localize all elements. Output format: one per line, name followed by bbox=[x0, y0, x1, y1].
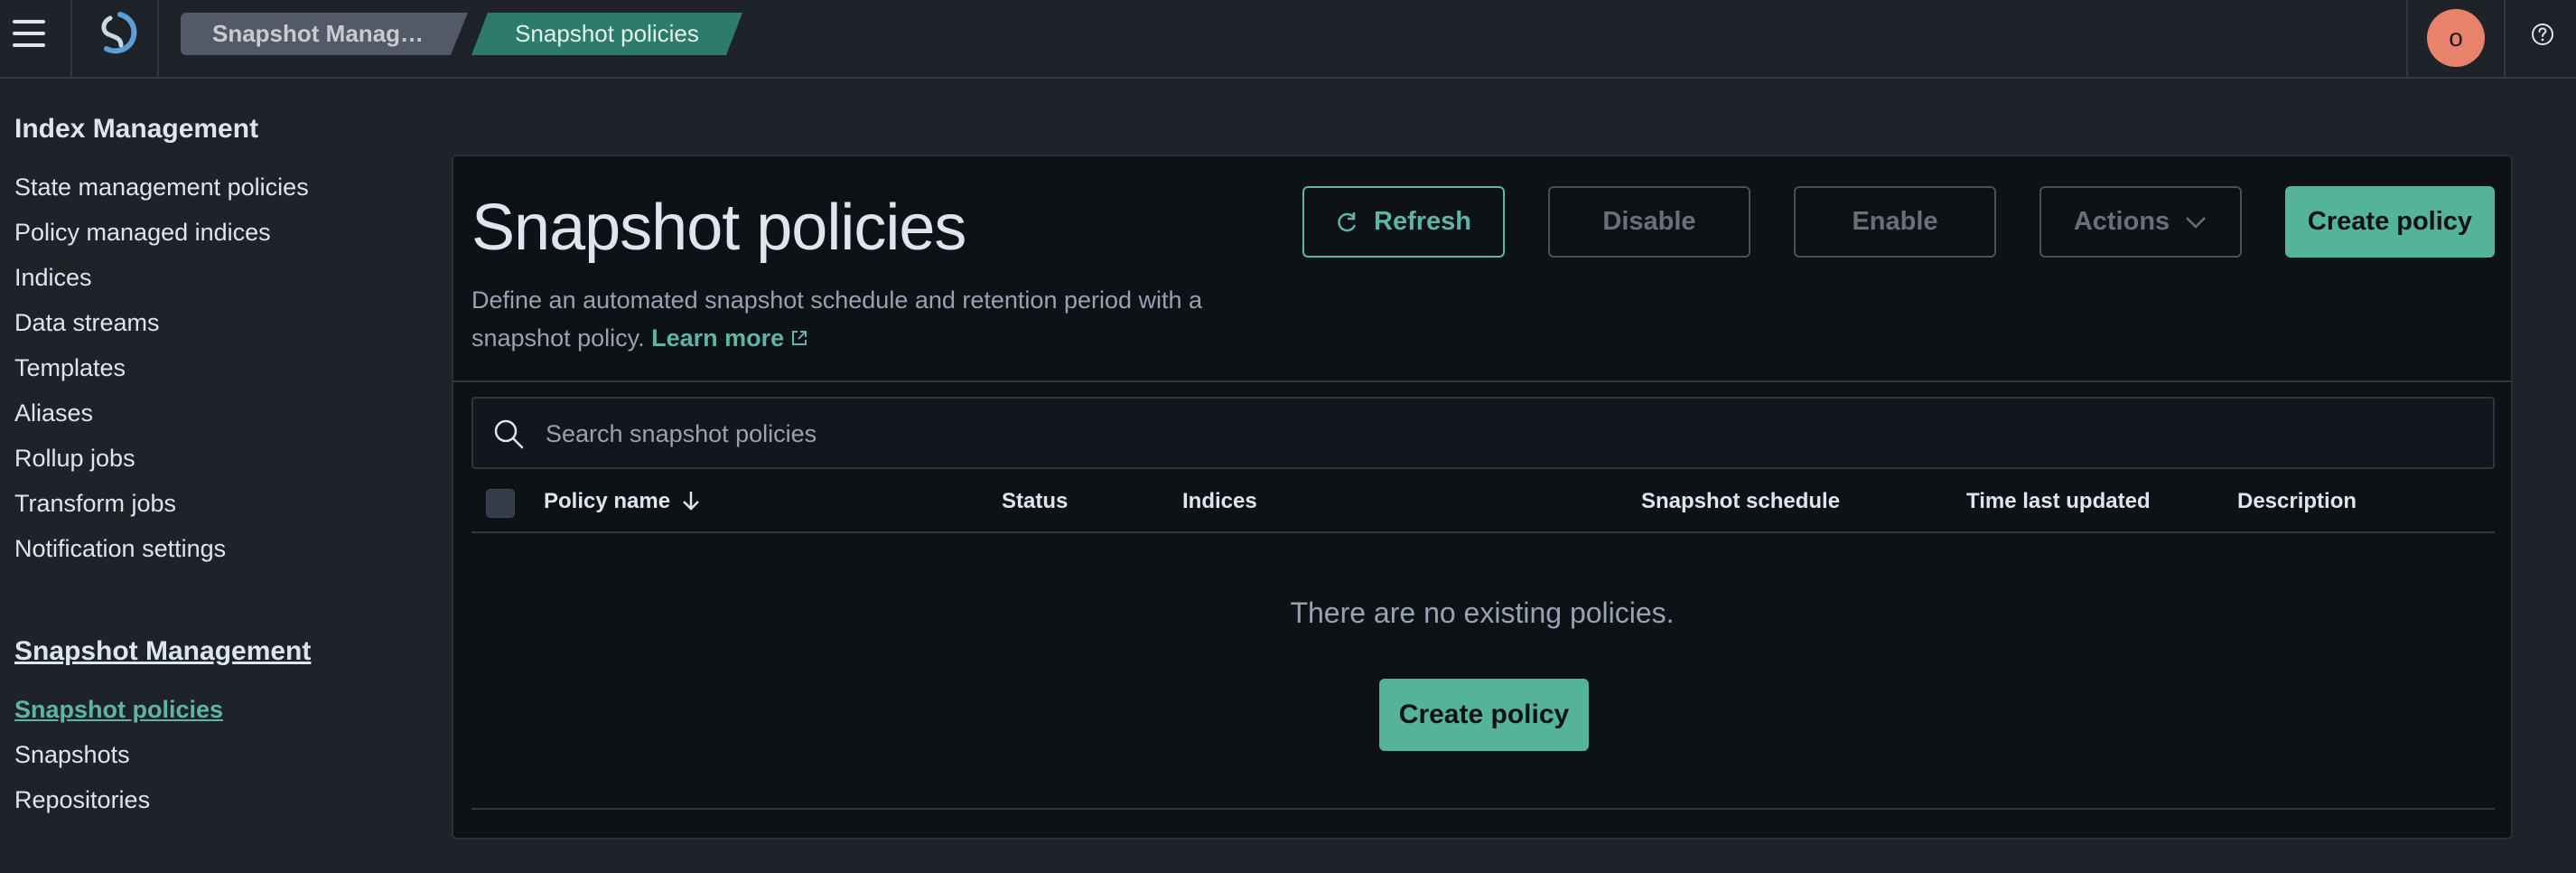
search-icon bbox=[494, 419, 524, 449]
sidebar-item-repositories[interactable]: Repositories bbox=[14, 786, 150, 814]
sidebar-heading-snapshot-management[interactable]: Snapshot Management bbox=[14, 636, 311, 667]
column-header-description[interactable]: Description bbox=[2237, 489, 2357, 514]
empty-state-message: There are no existing policies. bbox=[1290, 596, 1675, 629]
page-title: Snapshot policies bbox=[471, 192, 966, 264]
header-divider bbox=[157, 0, 159, 77]
enable-button[interactable]: Enable bbox=[1794, 186, 1996, 258]
refresh-label: Refresh bbox=[1374, 207, 1471, 236]
external-link-icon bbox=[792, 331, 807, 345]
sidebar-item-data-streams[interactable]: Data streams bbox=[14, 309, 160, 337]
top-header: Snapshot Manag… Snapshot policies o bbox=[0, 0, 2576, 79]
hamburger-icon[interactable] bbox=[13, 20, 45, 47]
refresh-icon bbox=[1338, 211, 1357, 231]
page-description: Define an automated snapshot schedule an… bbox=[471, 281, 1284, 357]
sidebar-item-notification-settings[interactable]: Notification settings bbox=[14, 535, 226, 563]
column-header-snapshot-schedule[interactable]: Snapshot schedule bbox=[1641, 489, 1840, 514]
column-header-policy-name[interactable]: Policy name bbox=[544, 489, 701, 514]
sidebar-item-snapshot-policies[interactable]: Snapshot policies bbox=[14, 696, 223, 724]
breadcrumb-snapshot-management[interactable]: Snapshot Manag… bbox=[181, 13, 468, 55]
learn-more-link[interactable]: Learn more bbox=[651, 324, 809, 352]
app-logo[interactable] bbox=[90, 9, 141, 60]
page-description-text: Define an automated snapshot schedule an… bbox=[471, 286, 1203, 352]
sidebar-item-state-management-policies[interactable]: State management policies bbox=[14, 174, 309, 202]
column-header-time-last-updated[interactable]: Time last updated bbox=[1966, 489, 2151, 514]
disable-button[interactable]: Disable bbox=[1548, 186, 1750, 258]
user-avatar[interactable]: o bbox=[2427, 9, 2485, 67]
breadcrumb-snapshot-policies: Snapshot policies bbox=[471, 13, 742, 55]
header-divider bbox=[70, 0, 72, 77]
table-bottom-divider bbox=[471, 808, 2495, 810]
chevron-down-icon bbox=[2186, 216, 2207, 229]
learn-more-label: Learn more bbox=[651, 324, 785, 352]
search-placeholder: Search snapshot policies bbox=[546, 420, 817, 447]
refresh-button[interactable]: Refresh bbox=[1302, 186, 1505, 258]
actions-label: Actions bbox=[2073, 207, 2170, 236]
sidebar-heading-index-management: Index Management bbox=[14, 114, 259, 144]
sidebar-item-indices[interactable]: Indices bbox=[14, 264, 92, 292]
sidebar-item-templates[interactable]: Templates bbox=[14, 354, 126, 382]
sidebar-item-aliases[interactable]: Aliases bbox=[14, 399, 93, 427]
help-icon[interactable] bbox=[2529, 21, 2556, 48]
column-header-status[interactable]: Status bbox=[1002, 489, 1068, 514]
header-divider bbox=[2504, 0, 2506, 77]
column-header-policy-name-label: Policy name bbox=[544, 489, 671, 513]
column-header-indices[interactable]: Indices bbox=[1182, 489, 1257, 514]
select-all-checkbox[interactable] bbox=[486, 489, 515, 518]
sidebar-item-policy-managed-indices[interactable]: Policy managed indices bbox=[14, 219, 271, 247]
search-input[interactable]: Search snapshot policies bbox=[471, 397, 2495, 469]
section-divider bbox=[453, 380, 2511, 382]
create-policy-button-empty[interactable]: Create policy bbox=[1379, 679, 1589, 751]
main-panel: Snapshot policies Define an automated sn… bbox=[452, 155, 2513, 840]
sidebar-item-transform-jobs[interactable]: Transform jobs bbox=[14, 490, 176, 518]
sidebar-item-snapshots[interactable]: Snapshots bbox=[14, 741, 130, 769]
sort-descending-icon bbox=[683, 492, 699, 511]
actions-button[interactable]: Actions bbox=[2039, 186, 2242, 258]
sidebar-item-rollup-jobs[interactable]: Rollup jobs bbox=[14, 445, 135, 473]
table-header-divider bbox=[471, 531, 2495, 533]
create-policy-button[interactable]: Create policy bbox=[2285, 186, 2495, 258]
header-divider bbox=[2406, 0, 2408, 77]
